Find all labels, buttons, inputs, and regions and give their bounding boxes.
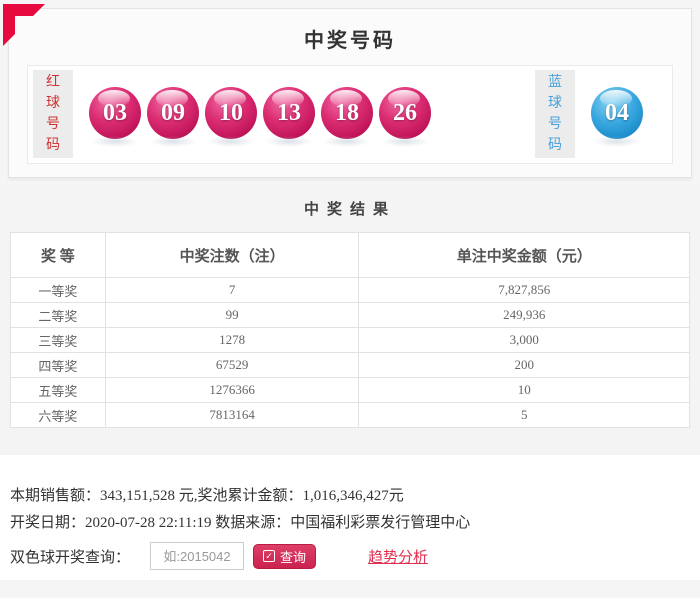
prize-level: 一等奖 <box>10 277 106 303</box>
prize-level: 四等奖 <box>10 352 106 378</box>
prize-count: 1276366 <box>104 377 360 403</box>
prize-level: 六等奖 <box>10 402 106 428</box>
query-button-label: 查询 <box>280 549 307 565</box>
prize-amount: 7,827,856 <box>358 277 690 303</box>
table-row: 六等奖 7813164 5 <box>10 402 690 428</box>
footer-section: 本期销售额：343,151,528 元,奖池累计金额：1,016,346,427… <box>0 455 700 580</box>
prize-level: 二等奖 <box>10 302 106 328</box>
prize-level: 五等奖 <box>10 377 106 403</box>
prize-amount: 249,936 <box>358 302 690 328</box>
sales-summary-line: 本期销售额：343,151,528 元,奖池累计金额：1,016,346,427… <box>10 488 404 504</box>
query-label: 双色球开奖查询： <box>10 549 131 566</box>
prize-count: 99 <box>104 302 360 328</box>
query-row: 双色球开奖查询： ✓ 查询 趋势分析 <box>10 541 428 571</box>
prize-amount: 200 <box>358 352 690 378</box>
column-header-count: 中奖注数（注） <box>104 232 360 278</box>
prize-table: 奖 等 中奖注数（注） 单注中奖金额（元） 一等奖 7 7,827,856 二等… <box>10 232 690 428</box>
column-header-level: 奖 等 <box>10 232 106 278</box>
red-ball-1: 03 <box>89 87 141 147</box>
table-row: 三等奖 1278 3,000 <box>10 327 690 353</box>
trend-analysis-link[interactable]: 趋势分析 <box>368 546 428 567</box>
prize-amount: 10 <box>358 377 690 403</box>
prize-count: 67529 <box>104 352 360 378</box>
table-row: 四等奖 67529 200 <box>10 352 690 378</box>
table-row: 二等奖 99 249,936 <box>10 302 690 328</box>
results-section: 中奖结果 奖 等 中奖注数（注） 单注中奖金额（元） 一等奖 7 7,827,8… <box>0 185 700 455</box>
winning-numbers-section: 中奖号码 红球号码 03 09 10 13 18 26 蓝球号码 04 <box>8 8 692 178</box>
prize-level: 三等奖 <box>10 327 106 353</box>
table-header-row: 奖 等 中奖注数（注） 单注中奖金额（元） <box>10 232 690 278</box>
checkbox-check-icon: ✓ <box>263 550 276 562</box>
red-ball-4: 13 <box>263 87 315 147</box>
red-ball-5: 18 <box>321 87 373 147</box>
red-ball-2: 09 <box>147 87 199 147</box>
prize-count: 7813164 <box>104 402 360 428</box>
numbers-panel: 红球号码 03 09 10 13 18 26 蓝球号码 04 <box>27 65 673 164</box>
table-row: 一等奖 7 7,827,856 <box>10 277 690 303</box>
column-header-amount: 单注中奖金额（元） <box>358 232 690 278</box>
draw-date-line: 开奖日期：2020-07-28 22:11:19 数据来源：中国福利彩票发行管理… <box>10 515 471 531</box>
red-balls-label: 红球号码 <box>33 70 73 158</box>
blue-ball-label: 蓝球号码 <box>535 70 575 158</box>
query-button[interactable]: ✓ 查询 <box>253 543 317 569</box>
table-row: 五等奖 1276366 10 <box>10 377 690 403</box>
prize-count: 1278 <box>104 327 360 353</box>
blue-ball: 04 <box>591 87 643 147</box>
prize-amount: 5 <box>358 402 690 428</box>
results-title: 中奖结果 <box>303 202 396 218</box>
prize-amount: 3,000 <box>358 327 690 353</box>
issue-number-input[interactable] <box>150 542 245 570</box>
red-ball-6: 26 <box>379 87 431 147</box>
lottery-results-page: 中奖号码 红球号码 03 09 10 13 18 26 蓝球号码 04 中奖结果… <box>0 0 700 598</box>
red-ball-3: 10 <box>205 87 257 147</box>
prize-count: 7 <box>104 277 360 303</box>
winning-numbers-title: 中奖号码 <box>304 30 396 52</box>
